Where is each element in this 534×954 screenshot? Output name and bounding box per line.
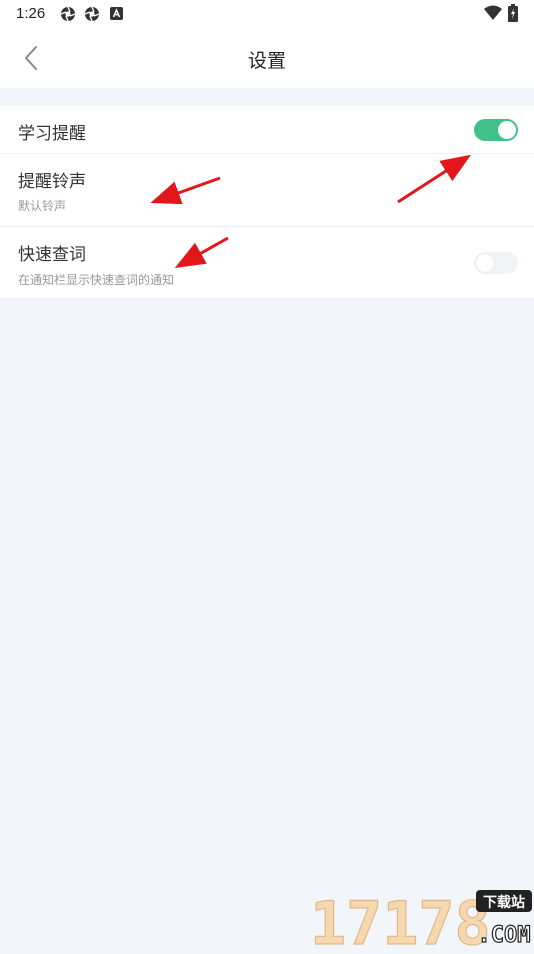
status-bar: 1:26 [0,0,534,28]
page-title: 设置 [247,50,286,72]
battery-charging-icon [508,4,518,22]
app-header: 设置 [0,28,534,88]
app-notification-icon [110,7,123,20]
setting-row-quick-lookup[interactable]: 快速查词 在通知栏显示快速查词的通知 [0,227,534,298]
watermark-number: 17178 [310,889,491,950]
setting-title: 学习提醒 [18,124,86,144]
setting-subtitle: 在通知栏显示快速查词的通知 [18,273,175,287]
setting-row-study-reminder[interactable]: 学习提醒 [0,106,534,154]
setting-title: 快速查词 [18,245,86,265]
setting-subtitle: 默认铃声 [18,199,67,213]
watermark-graphic: 17178 下载站 .COM [309,888,532,954]
toggle-knob [498,121,516,139]
watermark-tag: 下载站 [483,894,525,911]
aperture-icon [84,6,100,22]
wifi-icon [484,5,502,20]
watermark-logo: 17178 下载站 .COM [308,884,534,954]
settings-list: 学习提醒 提醒铃声 默认铃声 快速查词 在通知栏显示快速查词的通知 [0,106,534,298]
status-time: 1:26 [16,5,46,22]
toggle-knob [476,254,494,272]
setting-row-reminder-ringtone[interactable]: 提醒铃声 默认铃声 [0,154,534,227]
study-reminder-toggle[interactable] [474,119,518,141]
watermark-domain: .COM [478,923,531,948]
quick-lookup-toggle[interactable] [474,252,518,274]
aperture-icon [60,6,76,22]
setting-title: 提醒铃声 [18,172,86,192]
